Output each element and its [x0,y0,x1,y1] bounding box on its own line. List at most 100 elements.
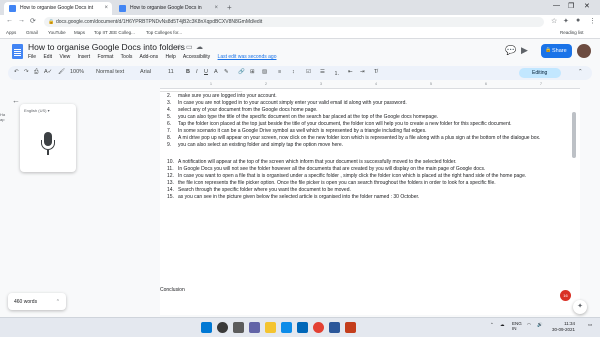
image-icon[interactable]: ▨ [262,69,267,75]
paint-format-icon[interactable]: 🖌 [58,69,65,75]
menu-addons[interactable]: Add-ons [139,54,158,60]
redo-icon[interactable]: ↷ [24,69,29,75]
list-item[interactable]: 11. In Google Docs you will not see the f… [164,166,574,173]
back-icon[interactable]: ← [6,17,13,24]
notification-badge[interactable]: 16 [560,290,571,301]
tray-chevron-icon[interactable]: ⌃ [490,322,494,328]
ruler[interactable]: 1 2 3 4 5 6 7 [160,82,580,89]
bookmark-maps[interactable]: Maps [74,30,85,35]
outline-back-icon[interactable]: ← [12,96,20,105]
browser-tab-active[interactable]: How to organise Google Docs int × [4,2,112,15]
style-select[interactable]: Normal text [96,69,124,75]
vertical-scrollbar[interactable] [572,112,576,158]
document-title[interactable]: How to organise Google Docs into folders [28,42,185,52]
new-tab-button[interactable]: + [227,3,232,12]
document-page[interactable]: ───────────────────────────── 2. make sur… [160,89,580,315]
powerpoint-icon[interactable] [345,322,356,333]
close-tab-icon[interactable]: × [104,5,108,11]
list-item[interactable]: 8. A mi drive pop up will appear on your … [164,135,574,142]
undo-icon[interactable]: ↶ [14,69,19,75]
file-explorer-icon[interactable] [265,322,276,333]
task-view-icon[interactable] [233,322,244,333]
comment-history-icon[interactable]: 💬 [505,45,516,56]
chrome-icon[interactable] [313,322,324,333]
chevron-up-icon[interactable]: ⌃ [56,299,60,305]
numbered-list-icon[interactable]: ⒈ [334,69,340,77]
editing-mode-select[interactable]: Editing [519,68,561,78]
word-icon[interactable] [329,322,340,333]
conclusion-heading[interactable]: Conclusion [160,287,185,293]
font-size-input[interactable]: 11 [168,69,174,75]
forward-icon[interactable]: → [18,17,25,24]
spellcheck-icon[interactable]: A✓ [44,69,52,75]
close-window-icon[interactable]: ✕ [584,2,590,10]
list-item[interactable]: 2. make sure you are logged into your acc… [164,93,574,100]
browser-tab[interactable]: How to organise Google Docs in × [114,2,222,15]
bookmark-apps[interactable]: Apps [6,30,16,35]
language-indicator[interactable]: ENG IN [512,321,522,331]
list-item[interactable]: 10. A notification will appear at the top… [164,159,574,166]
list-item[interactable]: 13. the file icon represents the file pic… [164,180,574,187]
url-input[interactable]: 🔒 docs.google.com/document/d/1H6YPRBTPND… [44,17,544,27]
notifications-icon[interactable]: ▭ [588,322,592,328]
menu-format[interactable]: Format [98,54,114,60]
menu-tools[interactable]: Tools [121,54,133,60]
italic-icon[interactable]: I [196,69,198,75]
menu-view[interactable]: View [59,54,70,60]
zoom-select[interactable]: 100% [70,69,84,75]
menu-insert[interactable]: Insert [78,54,91,60]
list-item[interactable]: 4. select any of your document from the G… [164,107,574,114]
decrease-indent-icon[interactable]: ⇤ [348,69,353,75]
list-item[interactable]: 14. Search through the specific folder wh… [164,187,574,194]
minimize-icon[interactable]: — [553,2,560,9]
print-icon[interactable]: ⎙ [34,69,38,76]
start-icon[interactable] [201,322,212,333]
line-spacing-icon[interactable]: ↕ [292,69,295,75]
cloud-tray-icon[interactable]: ☁ [500,322,505,328]
volume-icon[interactable]: 🔊 [537,322,543,328]
checklist-icon[interactable]: ☑ [306,69,311,75]
comment-icon[interactable]: ⊞ [250,69,255,75]
microphone-icon[interactable] [40,132,56,158]
menu-help[interactable]: Help [166,54,176,60]
highlight-icon[interactable]: ✎ [224,69,229,75]
maximize-icon[interactable]: ❐ [568,2,574,10]
bookmark-colleges[interactable]: Top Colleges for... [146,30,182,35]
search-icon[interactable] [217,322,228,333]
bookmark-iit-jee[interactable]: Top IIT JEE Colleg... [94,30,135,35]
underline-icon[interactable]: U [204,69,208,75]
last-edit-link[interactable]: Last edit was seconds ago [218,54,277,60]
increase-indent-icon[interactable]: ⇥ [360,69,365,75]
bulleted-list-icon[interactable]: ☰ [320,69,325,75]
avatar[interactable] [577,44,591,58]
menu-file[interactable]: File [28,54,36,60]
edge-icon[interactable] [281,322,292,333]
clock[interactable]: 11:34 30-09-2021 [552,321,575,333]
empty-line[interactable] [164,149,574,158]
align-icon[interactable]: ≡ [278,69,281,75]
clear-format-icon[interactable]: T̸ [374,69,377,75]
list-item[interactable]: 7. In some scenario it can be a Google Dr… [164,128,574,135]
voice-language-select[interactable]: English (US) [24,108,50,113]
explore-icon[interactable]: ✦ [573,300,587,314]
docs-logo-icon[interactable] [12,44,23,59]
move-folder-icon[interactable]: ▭ [186,43,193,51]
list-item[interactable]: 12. In case you want to open a file that … [164,173,574,180]
reload-icon[interactable]: ⟳ [30,17,36,25]
list-item[interactable]: 9. you can also select an existing folder… [164,142,574,149]
bookmark-gmail[interactable]: Gmail [26,30,38,35]
star-icon[interactable]: ☆ [176,43,182,51]
chrome-menu-icon[interactable]: ⋮ [589,17,596,25]
reading-list[interactable]: Reading list [560,30,584,35]
menu-edit[interactable]: Edit [43,54,52,60]
wifi-icon[interactable]: ◠ [527,322,531,328]
teams-icon[interactable] [249,322,260,333]
word-count-widget[interactable]: 460 words ⌃ [8,293,66,310]
list-item[interactable]: 15. as you can see in the picture given b… [164,194,574,201]
close-tab-icon[interactable]: × [214,5,218,11]
bookmark-star-icon[interactable]: ☆ [551,17,557,25]
meet-icon[interactable]: ▶ [521,45,528,56]
list-item[interactable]: 6. Tap the folder icon placed at the top … [164,121,574,128]
profile-icon[interactable]: ● [576,17,580,24]
list-item[interactable]: 5. you can also type the title of the spe… [164,114,574,121]
